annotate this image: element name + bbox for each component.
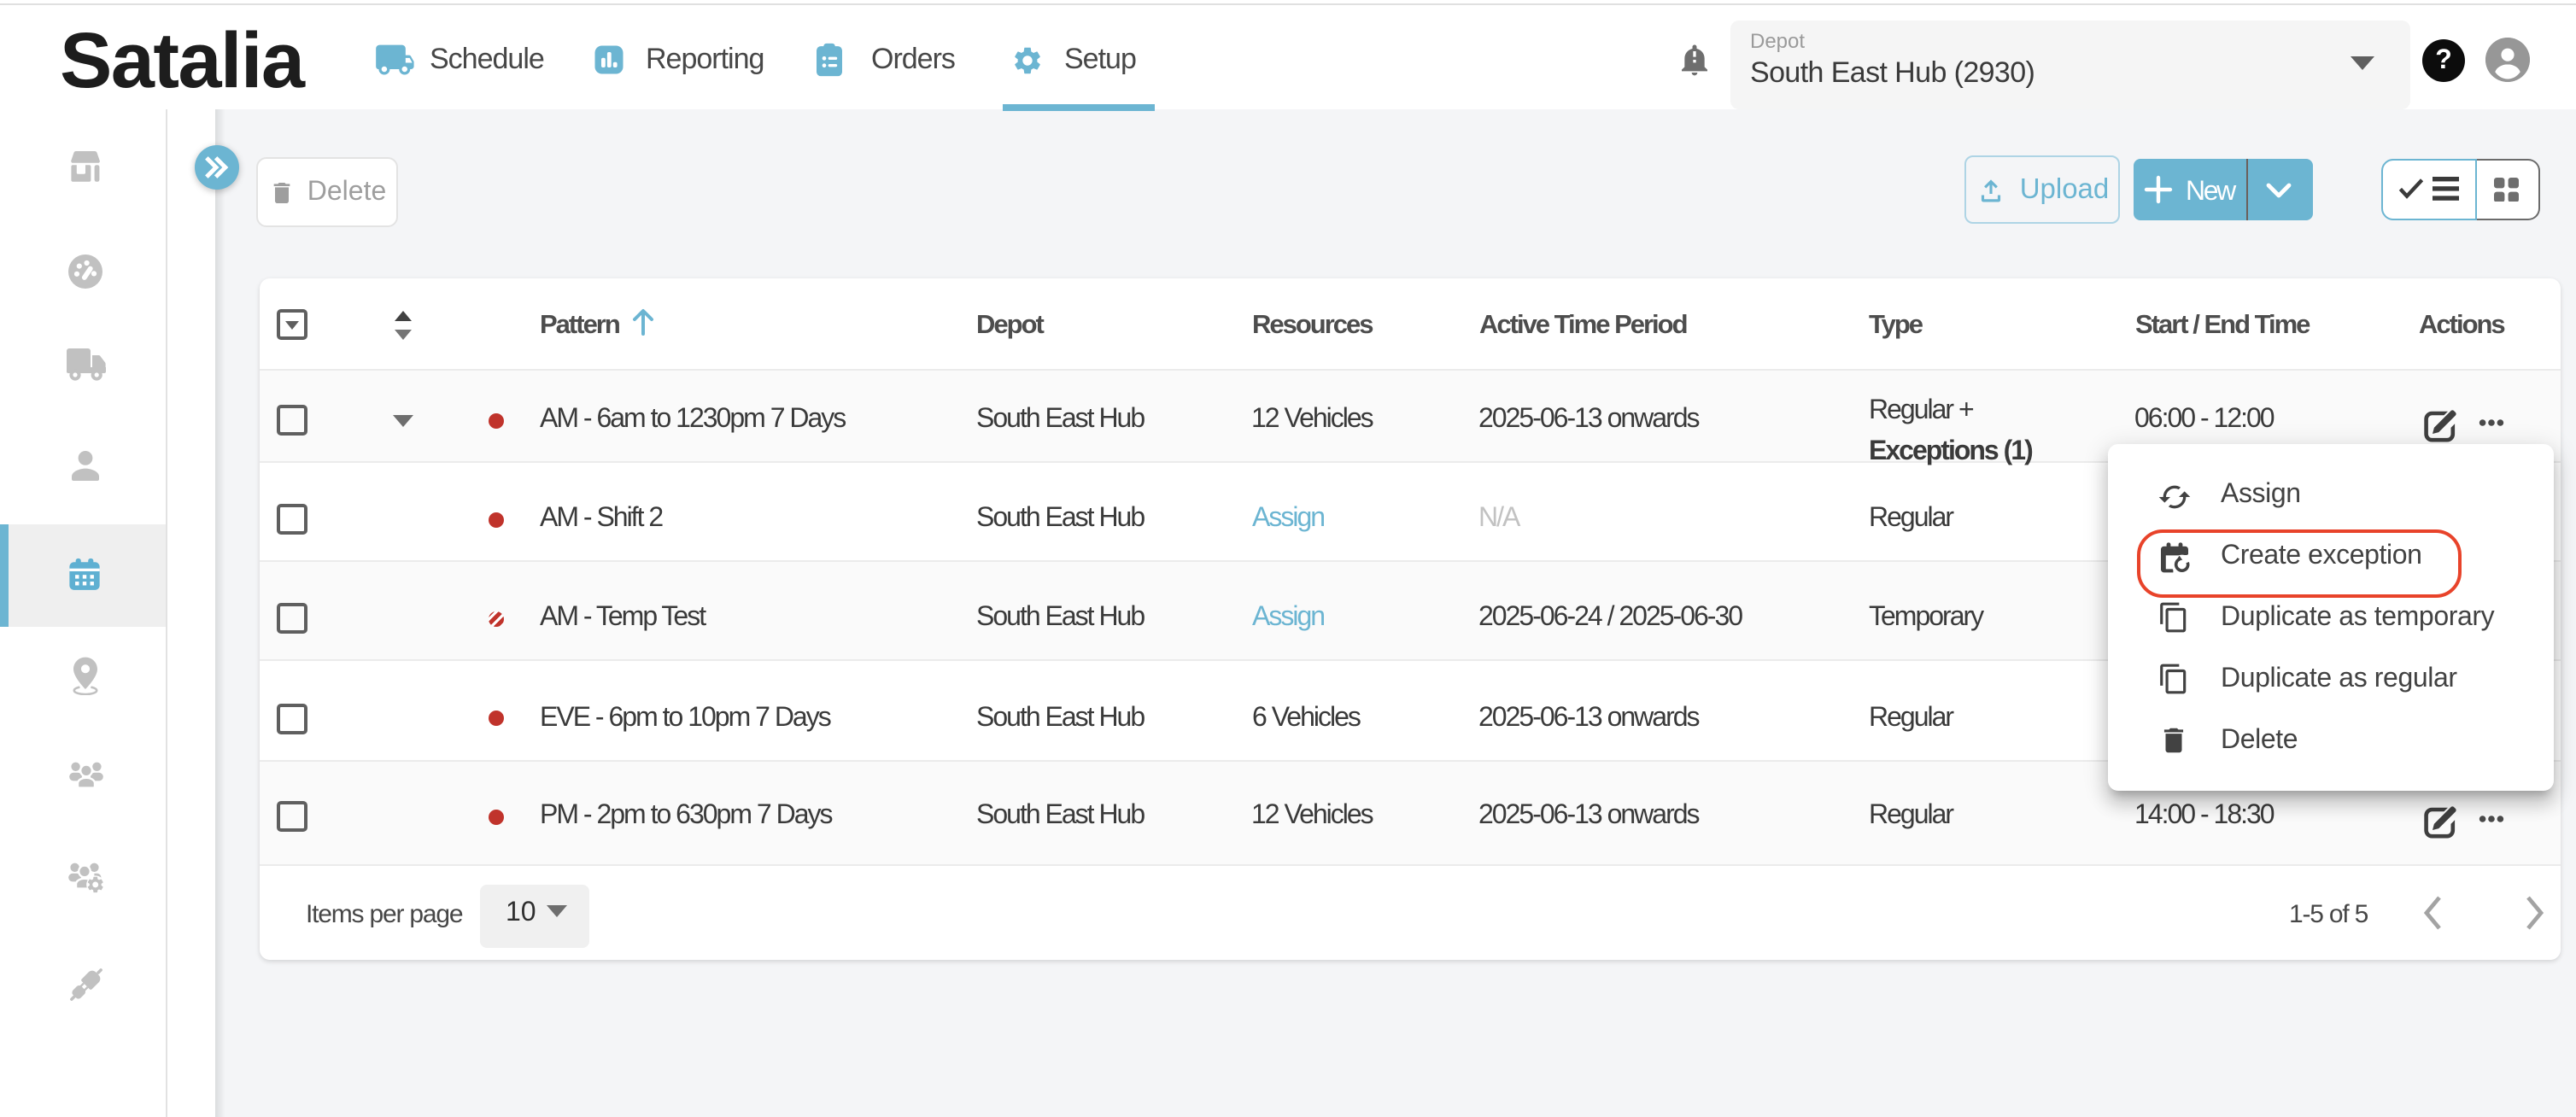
svg-text:New: New	[2186, 174, 2237, 205]
